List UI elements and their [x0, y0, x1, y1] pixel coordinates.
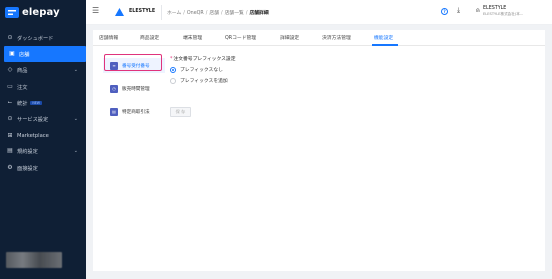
user-name[interactable]: ELESTYLE — [483, 6, 506, 11]
sidebar-item-3[interactable]: ▭ 注文 — [0, 79, 86, 95]
sidebar-item-label: 注文 — [17, 84, 28, 91]
radio-label: プレフィックスを追加 — [180, 79, 228, 84]
menu-toggle-icon[interactable]: ☰ — [92, 7, 100, 15]
sidebar-item-8[interactable]: ⚙ 面接設定 — [0, 160, 86, 176]
elepay-logo-icon — [5, 6, 19, 18]
org-name[interactable]: ELESTYLE — [129, 9, 155, 14]
sidebar-item-7[interactable]: ▤ 規約設定 ⌄ — [0, 143, 86, 159]
service-icon: ⊙ — [7, 115, 13, 122]
side-menu-item-2[interactable]: ▤ 特定商取引法 — [103, 104, 165, 119]
side-menu-item-0[interactable]: ≡ 番号受付番号 — [103, 58, 165, 73]
prefix-option-1[interactable]: プレフィックスを追加 — [170, 77, 236, 84]
tab-2[interactable]: 端末管理 — [183, 34, 202, 41]
tab-3[interactable]: QRコード管理 — [225, 34, 256, 41]
user-organization: ELESTYLE株式会社(本... — [483, 12, 524, 16]
prefix-radio-group: プレフィックスなし プレフィックスを追加 — [170, 66, 236, 84]
breadcrumb: ホーム / OneQR / 店舗 / 店舗一覧 / 店舗詳細 — [167, 9, 269, 16]
active-tab-indicator — [372, 44, 398, 46]
side-menu-label: 販売時間管理 — [122, 86, 150, 92]
breadcrumb-separator: / — [221, 11, 223, 16]
tab-bar: 店舗情報 商品設定 端末管理 QRコード管理 詳細設定 決済方法管理 機能設定 — [93, 30, 545, 46]
radio-button[interactable] — [170, 77, 176, 84]
breadcrumb-item[interactable]: 店舗 — [209, 11, 219, 16]
side-menu-label: 番号受付番号 — [122, 63, 150, 69]
sidebar-item-label: ダッシュボード — [17, 35, 54, 42]
marketplace-icon: ⊞ — [7, 132, 13, 139]
breadcrumb-item[interactable]: ホーム — [167, 11, 181, 16]
top-header: ☰ ELESTYLE ホーム / OneQR / 店舗 / 店舗一覧 / 店舗詳細 ? ⤓ ⍝ … — [86, 0, 552, 25]
prefix-option-0[interactable]: プレフィックスなし — [170, 66, 236, 73]
tab-4[interactable]: 詳細設定 — [280, 34, 299, 41]
new-badge: NEW — [30, 100, 42, 106]
sidebar-item-6[interactable]: ⊞ Marketplace — [0, 128, 86, 144]
app-name: elepay — [22, 6, 60, 18]
prefix-setting-label: *注文番号プレフィックス設定 — [170, 57, 236, 62]
tag-icon: ◇ — [7, 66, 13, 73]
sidebar-item-4[interactable]: ⌙ 統計 NEW — [0, 95, 86, 111]
radio-button[interactable] — [170, 66, 176, 73]
breadcrumb-separator: / — [183, 11, 185, 16]
chevron-down-icon: ⌄ — [73, 148, 78, 154]
breadcrumb-item: 店舗詳細 — [249, 11, 269, 16]
tab-0[interactable]: 店舗情報 — [99, 34, 118, 41]
chevron-down-icon: ⌄ — [73, 116, 78, 122]
breadcrumb-separator: / — [245, 11, 248, 16]
list-icon: ≡ — [110, 61, 118, 70]
save-button[interactable]: 保 存 — [170, 107, 191, 117]
breadcrumb-item[interactable]: 店舗一覧 — [225, 11, 244, 16]
prefix-setting-form: *注文番号プレフィックス設定 プレフィックスなし プレフィックスを追加 — [170, 55, 236, 84]
sidebar-item-label: サービス設定 — [17, 116, 49, 123]
terms-icon: ▤ — [7, 147, 13, 154]
sidebar-item-2[interactable]: ◇ 商品 ⌄ — [0, 62, 86, 78]
store-icon: ▣ — [9, 50, 15, 57]
side-menu-item-1[interactable]: ◷ 販売時間管理 — [103, 81, 165, 96]
document-icon: ▤ — [110, 107, 118, 116]
tab-1[interactable]: 商品設定 — [140, 34, 159, 41]
sidebar-item-label: 面接設定 — [17, 165, 38, 172]
sidebar-item-label: 統計 — [17, 100, 28, 107]
side-menu-label: 特定商取引法 — [122, 109, 150, 115]
clock-icon: ◷ — [110, 84, 118, 93]
help-icon[interactable]: ? — [441, 8, 448, 15]
sidebar-item-1[interactable]: ▣ 店舗 — [4, 46, 86, 62]
sidebar-item-label: Marketplace — [17, 133, 49, 139]
breadcrumb-item[interactable]: OneQR — [187, 11, 204, 16]
app-logo[interactable]: elepay — [0, 0, 86, 24]
chart-icon: ⌙ — [7, 99, 13, 106]
order-icon: ▭ — [7, 83, 13, 90]
header-divider — [161, 5, 162, 20]
sidebar-item-label: 規約設定 — [17, 148, 38, 155]
sidebar-item-0[interactable]: ⊙ ダッシュボード — [0, 30, 86, 46]
org-logo-icon — [115, 8, 124, 16]
feature-side-menu: ≡ 番号受付番号 ◷ 販売時間管理 ▤ 特定商取引法 — [103, 58, 165, 127]
sidebar-item-5[interactable]: ⊙ サービス設定 ⌄ — [0, 111, 86, 127]
store-detail-card: 店舗情報 商品設定 端末管理 QRコード管理 詳細設定 決済方法管理 機能設定 ≡ 番号受付番… — [93, 30, 545, 271]
user-icon[interactable]: ⍝ — [476, 7, 480, 15]
sidebar-item-label: 店舗 — [19, 51, 30, 58]
settings-icon: ⚙ — [7, 164, 13, 171]
breadcrumb-separator: / — [205, 11, 208, 16]
radio-label: プレフィックスなし — [180, 68, 223, 73]
sidebar: elepay ⊙ ダッシュボード ▣ 店舗 ◇ 商品 ⌄ ▭ 注文 ⌙ 統計 NEW ⊙ サービス設定 ⌄ ⊞… — [0, 0, 86, 279]
download-icon[interactable]: ⤓ — [457, 6, 460, 15]
sidebar-item-label: 商品 — [17, 67, 28, 74]
dashboard-icon: ⊙ — [7, 34, 13, 41]
blurred-account-info — [6, 252, 62, 268]
tab-5[interactable]: 決済方法管理 — [322, 34, 351, 41]
chevron-down-icon: ⌄ — [73, 67, 78, 73]
tab-6[interactable]: 機能設定 — [374, 34, 393, 41]
